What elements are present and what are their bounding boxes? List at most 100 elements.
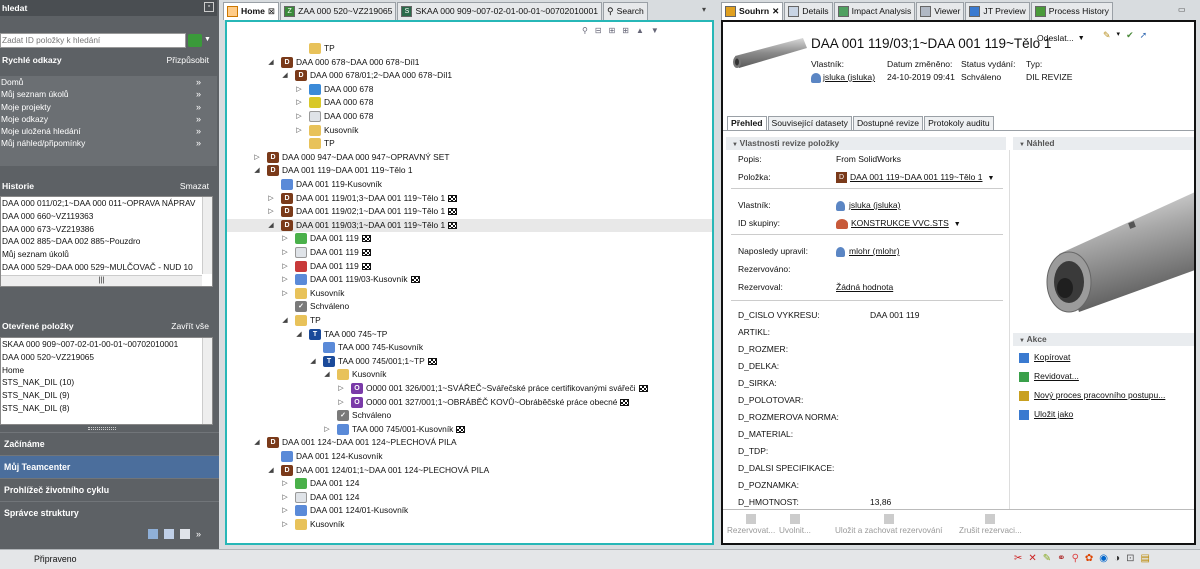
tool-icon[interactable]: ✿	[1085, 553, 1093, 564]
collapsed-arrow-icon[interactable]: ▷	[295, 110, 303, 124]
actions-header[interactable]: ▼ Akce	[1013, 333, 1194, 346]
close-icon[interactable]: ✕	[772, 3, 779, 20]
search-go-icon[interactable]	[188, 34, 202, 47]
last-modified-by-link[interactable]: mlohr (mlohr)	[836, 244, 900, 258]
tree-node[interactable]: ▷ D DAA 000 947~DAA 000 947~OPRAVNÝ SET	[227, 151, 712, 165]
expand-all-icon[interactable]: ⊞	[609, 26, 616, 35]
collapsed-arrow-icon[interactable]: ▷	[281, 477, 289, 491]
search-options-icon[interactable]: ▼	[204, 36, 211, 43]
tab-jt-preview[interactable]: JT Preview	[965, 2, 1030, 20]
tree-node[interactable]: TAA 000 745-Kusovník	[227, 341, 712, 355]
open-item[interactable]: STS_NAK_DIL (8)	[1, 402, 201, 415]
tree-node[interactable]: ◢ D DAA 000 678~DAA 000 678~Díl1	[227, 56, 712, 70]
expanded-arrow-icon[interactable]: ◢	[281, 314, 289, 328]
collapsed-arrow-icon[interactable]: ▷	[281, 273, 289, 287]
bottom-button-2[interactable]: Uložit a zachovat rezervování	[835, 514, 942, 535]
history-item[interactable]: DAA 000 660~VZ119363	[1, 210, 201, 223]
expanded-arrow-icon[interactable]: ◢	[253, 164, 261, 178]
tree-node[interactable]: ▷ D DAA 001 119/02;1~DAA 001 119~Tělo 1	[227, 205, 712, 219]
collapsed-arrow-icon[interactable]: ▷	[337, 396, 345, 410]
reserved-by-link[interactable]: Žádná hodnota	[836, 280, 893, 294]
search-input[interactable]: Zadat ID položky k hledání	[0, 33, 186, 48]
collapsed-arrow-icon[interactable]: ▷	[281, 518, 289, 532]
dropdown-icon[interactable]: ▼	[954, 221, 961, 228]
close-icon[interactable]: ⊠	[268, 3, 275, 20]
quick-link-item[interactable]: Domů »	[0, 76, 217, 88]
subtab-item[interactable]: Dostupné revize	[852, 116, 924, 130]
history-item[interactable]: DAA 002 885~DAA 002 885~Pouzdro	[1, 235, 201, 248]
open-item[interactable]: STS_NAK_DIL (9)	[1, 389, 201, 402]
bottom-button-0[interactable]: Rezervovat...	[727, 514, 775, 535]
expanded-arrow-icon[interactable]: ◢	[253, 436, 261, 450]
splitter-handle[interactable]	[88, 427, 116, 430]
tab-home[interactable]: Home ⊠	[223, 2, 280, 20]
expanded-arrow-icon[interactable]: ◢	[295, 328, 303, 342]
history-item[interactable]: DAA 000 529~DAA 000 529~MULČOVAČ - NUD 1…	[1, 261, 201, 274]
tree-node[interactable]: ◢ T TAA 000 745~TP	[227, 328, 712, 342]
subtab-item[interactable]: Související datasety	[767, 116, 852, 130]
tool-icon[interactable]: ⊡	[1126, 553, 1134, 564]
tree-node[interactable]: ▷ DAA 001 119	[227, 260, 712, 274]
quick-link-item[interactable]: Moje uložená hledání »	[0, 125, 217, 137]
collapsed-arrow-icon[interactable]: ▷	[323, 423, 331, 437]
tree-node[interactable]: ▷ TAA 000 745/001-Kusovník	[227, 423, 712, 437]
minimize-icon[interactable]: ▭	[1178, 5, 1186, 14]
nav-lifecycle-viewer[interactable]: Prohlížeč životního cyklu	[0, 478, 219, 501]
tree-node[interactable]: ▷ Kusovník	[227, 124, 712, 138]
tree-node[interactable]: DAA 001 124-Kusovník	[227, 450, 712, 464]
tool-icon[interactable]: ⚲	[1072, 553, 1079, 564]
history-item[interactable]: Můj seznam úkolů	[1, 248, 201, 261]
action-2[interactable]: Nový proces pracovního postupu...	[1019, 388, 1165, 402]
tree-node[interactable]: ▷ Kusovník	[227, 518, 712, 532]
tree-node[interactable]: ▷ DAA 000 678	[227, 96, 712, 110]
tab-list-chevron-icon[interactable]: ▾	[702, 5, 706, 14]
expanded-arrow-icon[interactable]: ◢	[309, 355, 317, 369]
tab-impact-analysis[interactable]: Impact Analysis	[833, 2, 916, 20]
dropdown-icon[interactable]: ▾	[1117, 30, 1121, 41]
owner-link[interactable]: jsluka (jsluka)	[823, 72, 875, 82]
check-icon[interactable]: ✔	[1126, 30, 1134, 41]
tree-node[interactable]: ▷ Kusovník	[227, 287, 712, 301]
history-item[interactable]: DAA 000 011/02;1~DAA 000 011~OPRAVA NÁPR…	[1, 197, 201, 210]
tab-souhrn[interactable]: Souhrn ✕	[721, 2, 784, 20]
collapsed-arrow-icon[interactable]: ▷	[281, 232, 289, 246]
tree-node[interactable]: ◢ D DAA 001 119~DAA 001 119~Tělo 1	[227, 164, 712, 178]
expanded-arrow-icon[interactable]: ◢	[267, 219, 275, 233]
expanded-arrow-icon[interactable]: ◢	[323, 368, 331, 382]
close-all-link[interactable]: Zavřít vše	[171, 318, 209, 334]
open-item[interactable]: SKAA 000 909~007-02-01-00-01~00702010001	[1, 338, 201, 351]
collapsed-arrow-icon[interactable]: ▷	[295, 96, 303, 110]
quick-link-item[interactable]: Moje odkazy »	[0, 113, 217, 125]
tree-node[interactable]: ▷ DAA 000 678	[227, 83, 712, 97]
tool-icon[interactable]: ◑	[1114, 553, 1120, 564]
tree-node[interactable]: ◢ T TAA 000 745/001;1~TP	[227, 355, 712, 369]
bottom-button-1[interactable]: Uvolnit...	[779, 514, 811, 535]
tree-node[interactable]: ◢ D DAA 001 119/03;1~DAA 001 119~Tělo 1	[227, 218, 712, 233]
nav-structure-manager[interactable]: Správce struktury	[0, 501, 219, 524]
item-link[interactable]: D DAA 001 119~DAA 001 119~Tělo 1 ▼	[836, 170, 994, 186]
tree-node[interactable]: ▷ DAA 000 678	[227, 110, 712, 124]
preview-header[interactable]: ▼ Náhled	[1013, 137, 1194, 150]
more-apps-icon[interactable]: »	[196, 529, 201, 539]
up-arrow-icon[interactable]: ▲	[636, 26, 644, 35]
tab-skaa[interactable]: S SKAA 000 909~007-02-01-00-01~0070201000…	[397, 2, 603, 20]
clear-history-link[interactable]: Smazat	[180, 178, 209, 194]
note-icon[interactable]: ▤	[1140, 553, 1149, 564]
tool-icon[interactable]: ✎	[1043, 553, 1051, 564]
collapsed-arrow-icon[interactable]: ▷	[295, 83, 303, 97]
tree-node[interactable]: ▷ DAA 001 119	[227, 246, 712, 260]
quick-link-item[interactable]: Moje projekty »	[0, 101, 217, 113]
tab-viewer[interactable]: Viewer	[916, 2, 965, 20]
tree-node[interactable]: ◢ D DAA 001 124/01;1~DAA 001 124~PLECHOVÁ …	[227, 464, 712, 478]
collapsed-arrow-icon[interactable]: ▷	[337, 382, 345, 396]
subtab-item[interactable]: Protokoly auditu	[924, 116, 994, 130]
tree-node[interactable]: TP	[227, 42, 712, 56]
collapsed-arrow-icon[interactable]: ▷	[267, 192, 275, 206]
owner-link[interactable]: jsluka (jsluka)	[836, 198, 901, 212]
tree-node[interactable]: ▷ DAA 001 124	[227, 491, 712, 505]
quick-link-item[interactable]: Můj náhled/připomínky »	[0, 137, 217, 149]
tab-process-history[interactable]: Process History	[1030, 2, 1113, 20]
app-icon[interactable]	[164, 529, 174, 539]
tree-node[interactable]: DAA 001 119-Kusovník	[227, 178, 712, 192]
action-1[interactable]: Revidovat...	[1019, 369, 1079, 383]
